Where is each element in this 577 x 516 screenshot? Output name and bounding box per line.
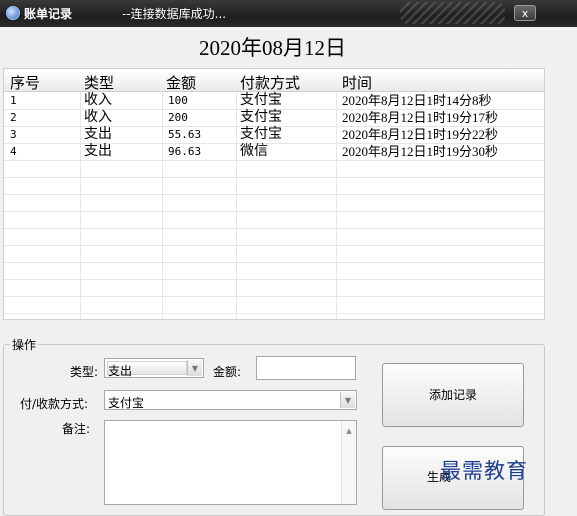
cell-time: 2020年8月12日1时19分30秒 [342,144,499,159]
titlebar-decoration [400,2,505,24]
cell-time: 2020年8月12日1时19分22秒 [342,127,499,142]
payment-select[interactable]: 支付宝 ▼ [104,390,357,410]
cell-type: 收入 [84,93,112,108]
cell-type: 支出 [84,127,112,142]
empty-row [4,212,544,229]
chevron-down-icon[interactable]: ▼ [340,392,355,408]
records-table[interactable]: 序号 类型 金额 付款方式 时间 1 收入 100 支付宝 2020年8月12日… [3,68,545,320]
title-bar: 账单记录 --连接数据库成功... x [0,0,577,27]
payment-select-value: 支付宝 [108,396,145,410]
empty-row [4,178,544,195]
note-scrollbar[interactable]: ▲ [341,421,356,504]
cell-amount: 55.63 [168,128,202,141]
cell-index: 1 [10,94,17,107]
cell-time: 2020年8月12日1时14分8秒 [342,93,492,108]
payment-label: 付/收款方式: [20,397,89,411]
header-time[interactable]: 时间 [342,72,372,93]
watermark-logo: 最需教育 [440,459,528,483]
header-type[interactable]: 类型 [84,72,114,93]
note-label: 备注: [62,422,91,436]
scroll-up-icon[interactable]: ▲ [342,427,356,435]
cell-amount: 100 [168,94,188,107]
empty-row [4,297,544,314]
table-row[interactable]: 2 收入 200 支付宝 2020年8月12日1时19分17秒 [4,110,544,127]
cell-amount: 200 [168,111,188,124]
amount-input[interactable] [256,356,356,380]
type-select-value: 支出 [108,364,133,378]
type-select[interactable]: 支出 ▼ [104,358,204,378]
note-textarea[interactable]: ▲ [104,420,357,505]
cell-payment: 支付宝 [240,110,282,125]
amount-label: 金额: [213,365,242,379]
cell-index: 3 [10,128,17,141]
cell-index: 2 [10,111,17,124]
window-title: 账单记录 [24,7,73,21]
table-row[interactable]: 3 支出 55.63 支付宝 2020年8月12日1时19分22秒 [4,127,544,144]
empty-row [4,161,544,178]
operation-group-label: 操作 [10,336,39,353]
connection-status: --连接数据库成功... [122,7,227,21]
close-button[interactable]: x [514,5,536,21]
cell-payment: 支付宝 [240,127,282,142]
cell-payment: 微信 [240,144,268,159]
type-label: 类型: [70,365,99,379]
cell-index: 4 [10,145,17,158]
header-index[interactable]: 序号 [10,72,40,93]
cell-type: 支出 [84,144,112,159]
empty-row [4,280,544,297]
chevron-down-icon[interactable]: ▼ [187,360,202,376]
cell-amount: 96.63 [168,145,202,158]
empty-row [4,246,544,263]
app-icon [6,6,20,20]
empty-row [4,263,544,280]
empty-row [4,195,544,212]
table-header: 序号 类型 金额 付款方式 时间 [4,69,544,92]
add-record-button[interactable]: 添加记录 [382,363,524,427]
cell-type: 收入 [84,110,112,125]
cell-time: 2020年8月12日1时19分17秒 [342,110,499,125]
page-title: 2020年08月12日 [199,36,346,60]
table-row[interactable]: 4 支出 96.63 微信 2020年8月12日1时19分30秒 [4,144,544,161]
header-payment[interactable]: 付款方式 [240,72,300,93]
cell-payment: 支付宝 [240,93,282,108]
window-edge [545,27,577,503]
table-row[interactable]: 1 收入 100 支付宝 2020年8月12日1时14分8秒 [4,93,544,110]
empty-row [4,229,544,246]
header-amount[interactable]: 金额 [166,72,196,93]
